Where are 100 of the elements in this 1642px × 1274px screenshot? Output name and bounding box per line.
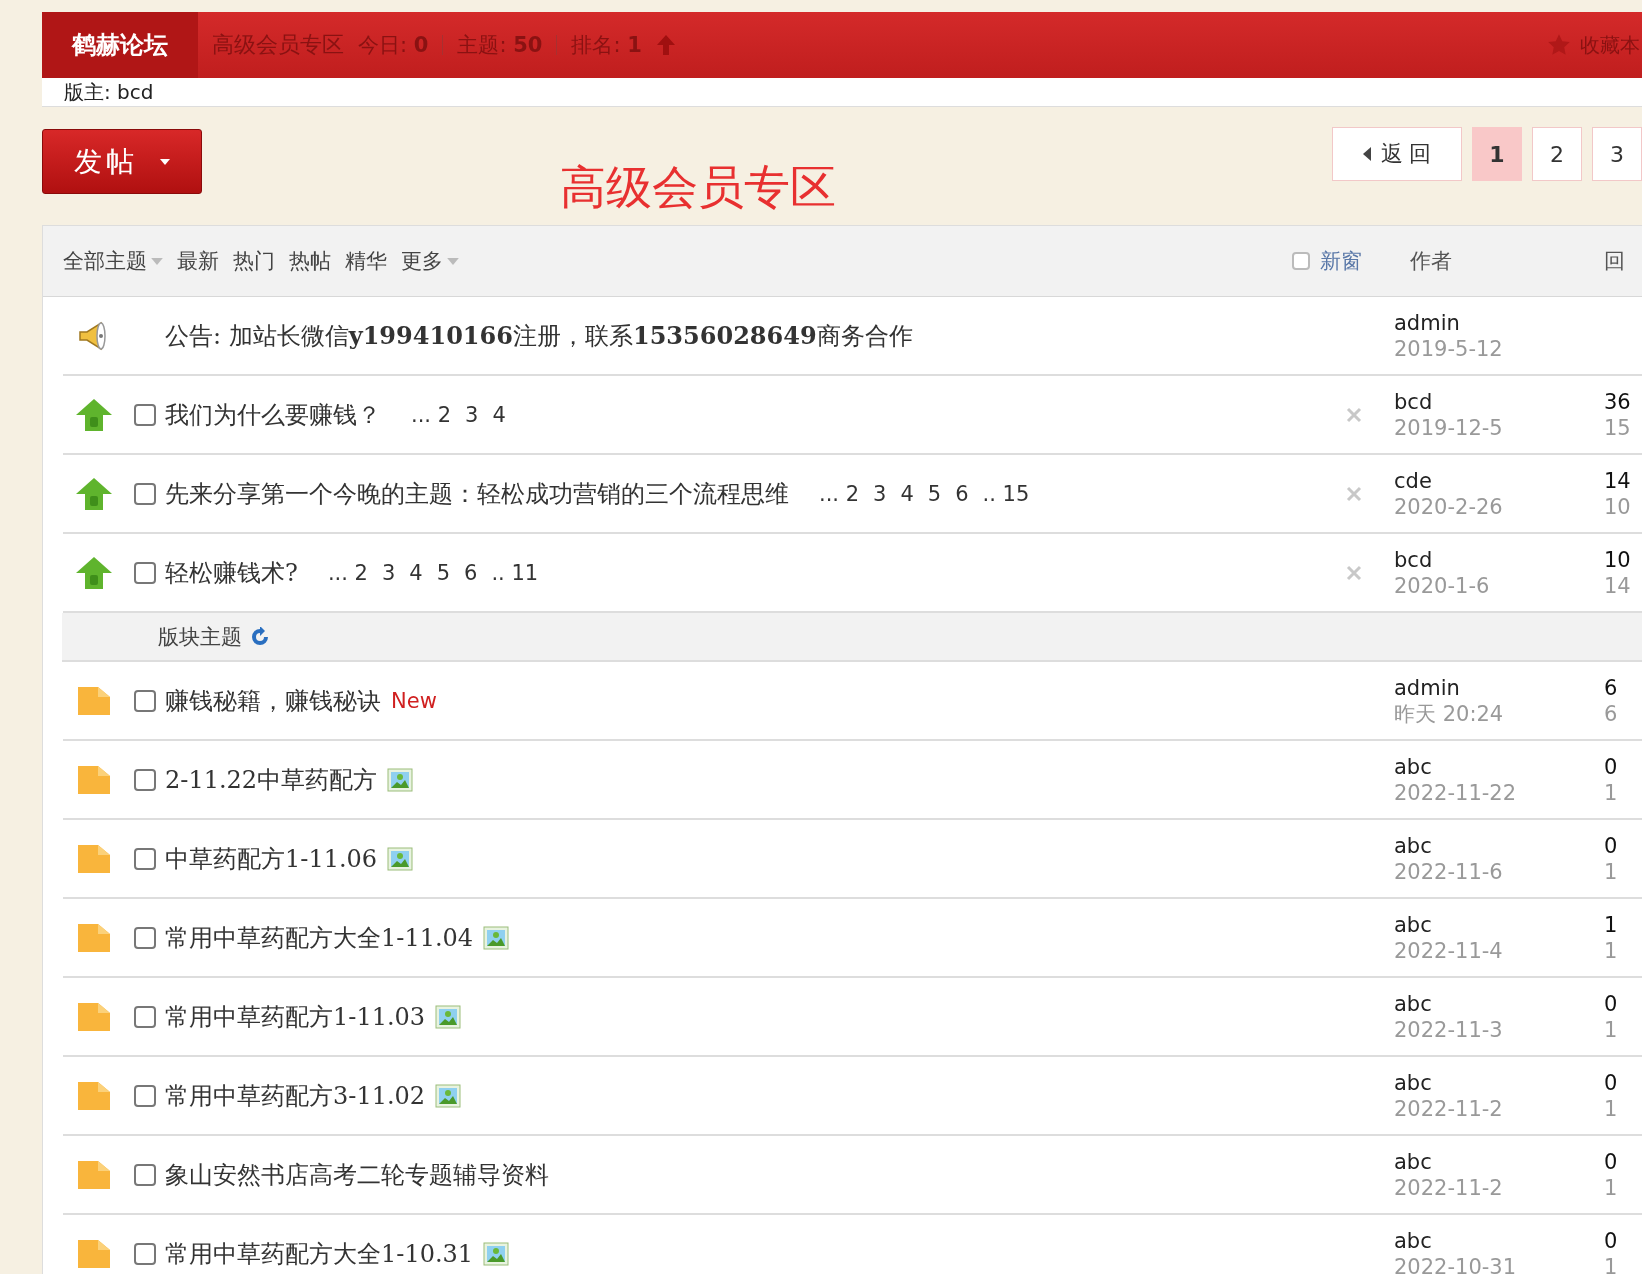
new-window-checkbox[interactable] <box>1292 252 1310 270</box>
pinned-arrow-icon <box>75 476 113 511</box>
filter-tab[interactable]: 全部主题 <box>63 247 163 275</box>
thread-title[interactable]: 常用中草药配方3-11.02 <box>165 1079 426 1112</box>
view-count: 1 <box>1604 1095 1619 1122</box>
author-name[interactable]: bcd <box>1394 546 1604 573</box>
post-date: 2022-11-3 <box>1394 1016 1504 1043</box>
page-link[interactable]: 3 <box>873 481 887 506</box>
thread-title[interactable]: 我们为什么要赚钱？ <box>165 398 381 431</box>
filter-tab[interactable]: 最新 <box>177 247 219 275</box>
reply-count: 10 <box>1604 546 1632 573</box>
page-link[interactable]: 5 <box>436 560 451 585</box>
post-date: 2022-11-22 <box>1394 779 1518 806</box>
thread-checkbox[interactable] <box>134 482 156 505</box>
post-date: 2020-2-26 <box>1394 493 1504 520</box>
thread-checkbox[interactable] <box>134 689 156 712</box>
view-count: 1 <box>1604 1016 1619 1043</box>
author-name[interactable]: abc <box>1394 1148 1604 1175</box>
star-icon[interactable] <box>1546 32 1572 58</box>
reply-count: 14 <box>1604 467 1632 494</box>
moderator-label: 版主: bcd <box>64 78 154 106</box>
refresh-icon[interactable] <box>250 626 270 647</box>
post-button[interactable]: 发帖 <box>42 129 202 194</box>
author-name[interactable]: abc <box>1394 990 1604 1017</box>
thread-checkbox[interactable] <box>134 1084 156 1107</box>
page-link[interactable]: ... 2 <box>819 481 860 506</box>
page-link[interactable]: 4 <box>492 402 506 427</box>
post-date: 昨天 20:24 <box>1394 700 1505 727</box>
thread-title[interactable]: 轻松赚钱术? <box>165 556 298 589</box>
filter-tab[interactable]: 热门 <box>233 247 275 275</box>
author-name[interactable]: bcd <box>1394 388 1604 415</box>
author-name[interactable]: abc <box>1394 1227 1604 1254</box>
thread-title[interactable]: 常用中草药配方1-11.03 <box>165 1000 426 1033</box>
author-name[interactable]: abc <box>1394 832 1604 859</box>
thread-title[interactable]: 中草药配方1-11.06 <box>165 842 378 875</box>
thread-checkbox[interactable] <box>134 561 156 584</box>
thread-title[interactable]: 常用中草药配方大全1-11.04 <box>165 921 474 954</box>
page-link[interactable]: ... 2 <box>411 402 452 427</box>
back-button[interactable]: 返 回 <box>1332 127 1462 181</box>
announcement-link[interactable]: 公告: 加站长微信y199410166注册，联系15356028649商务合作 <box>165 319 913 352</box>
author-name[interactable]: abc <box>1394 911 1604 938</box>
replies-column-header: 回 <box>1604 248 1626 275</box>
folder-icon <box>77 843 111 874</box>
thread-checkbox[interactable] <box>134 847 156 870</box>
author-name[interactable]: admin <box>1394 674 1604 701</box>
forum-name: 高级会员专区 <box>212 31 344 59</box>
reply-count: 6 <box>1604 674 1619 701</box>
reply-count: 0 <box>1604 753 1619 780</box>
page-link[interactable]: 6 <box>955 481 969 506</box>
post-date: 2020-1-6 <box>1394 572 1491 599</box>
page-button[interactable]: 1 <box>1472 127 1522 181</box>
folder-icon <box>77 1080 111 1111</box>
new-window-label[interactable]: 新窗 <box>1320 247 1362 275</box>
post-date: 2022-11-6 <box>1394 858 1504 885</box>
thread-title[interactable]: 2-11.22中草药配方 <box>165 763 378 796</box>
page-link[interactable]: 4 <box>900 481 914 506</box>
page-link[interactable]: ... 2 <box>327 560 368 585</box>
page-link[interactable]: 3 <box>465 402 479 427</box>
new-label: New <box>391 688 437 713</box>
page-link[interactable]: 4 <box>409 560 423 585</box>
filter-tab[interactable]: 热帖 <box>289 247 331 275</box>
reply-count: 0 <box>1604 832 1619 859</box>
author-name[interactable]: abc <box>1394 1069 1604 1096</box>
author-name[interactable]: cde <box>1394 467 1604 494</box>
arrow-up-icon <box>655 34 676 56</box>
reply-count: 0 <box>1604 1227 1619 1254</box>
filter-tab[interactable]: 更多 <box>401 247 459 275</box>
page-link[interactable]: 6 <box>464 560 478 585</box>
filter-tab[interactable]: 精华 <box>345 247 387 275</box>
forum-logo[interactable]: 鹤赫论坛 <box>42 12 198 78</box>
page-link[interactable]: 5 <box>927 481 942 506</box>
page-link[interactable]: 3 <box>381 560 396 585</box>
page-button[interactable]: 3 <box>1592 127 1642 181</box>
reply-count: 36 <box>1604 388 1632 415</box>
thread-title[interactable]: 象山安然书店高考二轮专题辅导资料 <box>165 1158 549 1191</box>
thread-checkbox[interactable] <box>134 403 156 426</box>
thread-title[interactable]: 赚钱秘籍，赚钱秘诀 <box>165 684 381 717</box>
thread-checkbox[interactable] <box>134 1005 156 1028</box>
author-column-header: 作者 <box>1410 248 1453 275</box>
folder-icon <box>77 1238 111 1269</box>
thread-checkbox[interactable] <box>134 768 156 791</box>
reply-count: 0 <box>1604 990 1619 1017</box>
thread-title[interactable]: 常用中草药配方大全1-10.31 <box>165 1237 474 1270</box>
page-link[interactable]: .. 11 <box>491 560 539 585</box>
author-name[interactable]: admin <box>1394 309 1604 336</box>
post-date: 2019-5-12 <box>1394 335 1504 362</box>
thread-checkbox[interactable] <box>134 1163 156 1186</box>
view-count: 6 <box>1604 700 1619 727</box>
view-count: 1 <box>1604 858 1619 885</box>
caret-left-icon <box>1362 147 1371 161</box>
author-name[interactable]: abc <box>1394 753 1604 780</box>
page-button[interactable]: 2 <box>1532 127 1582 181</box>
page-link[interactable]: .. 15 <box>982 481 1030 506</box>
thread-checkbox[interactable] <box>134 926 156 949</box>
thread-title[interactable]: 先来分享第一个今晚的主题：轻松成功营销的三个流程思维 <box>165 477 789 510</box>
view-count: 10 <box>1604 493 1632 520</box>
reply-count: 0 <box>1604 1148 1619 1175</box>
pinned-arrow-icon <box>75 397 113 432</box>
thread-checkbox[interactable] <box>134 1242 156 1265</box>
post-date: 2022-10-31 <box>1394 1253 1518 1274</box>
